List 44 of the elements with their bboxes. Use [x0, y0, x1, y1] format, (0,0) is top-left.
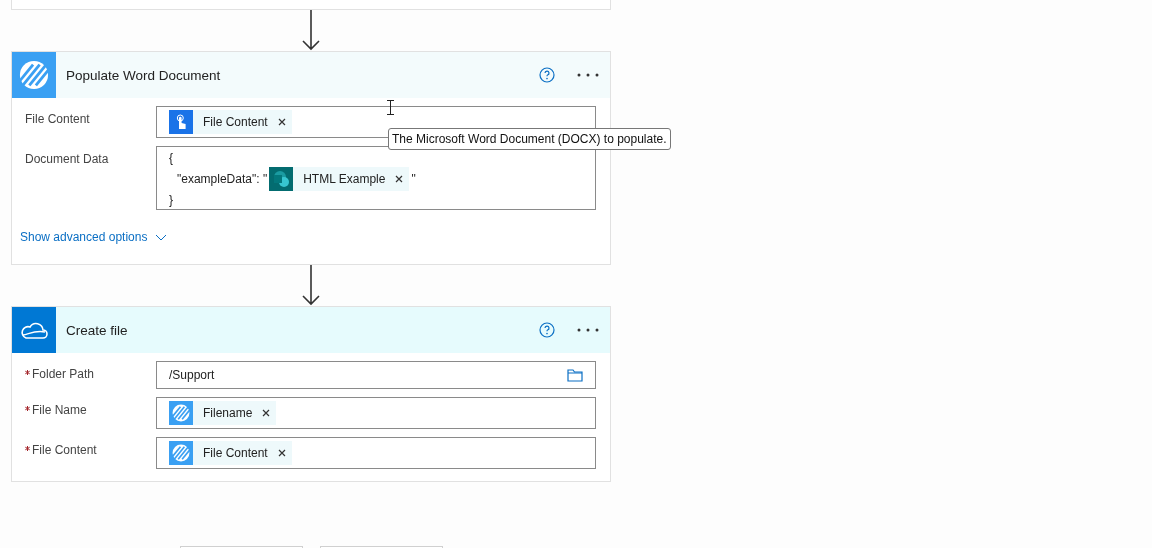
text-cursor-icon: [387, 100, 394, 115]
token-field[interactable]: Filename: [156, 397, 596, 429]
field-label: File Content: [25, 111, 90, 126]
card-header[interactable]: Create file: [12, 307, 610, 353]
field-value: /Support: [169, 368, 215, 382]
help-icon[interactable]: [539, 322, 555, 338]
token-label: File Content: [203, 446, 268, 460]
json-text: "exampleData": ": [177, 172, 268, 186]
card-title: Populate Word Document: [66, 67, 222, 83]
tooltip: The Microsoft Word Document (DOCX) to populate.: [388, 128, 671, 150]
token-chip[interactable]: File Content: [169, 110, 292, 134]
close-icon[interactable]: [395, 175, 404, 183]
token-chip[interactable]: Filename: [169, 401, 277, 425]
down-arrow: [301, 10, 321, 51]
field-label: Document Data: [25, 151, 109, 166]
token-label: File Content: [203, 115, 268, 129]
token-label: HTML Example: [303, 172, 386, 186]
field-label: File Name: [32, 402, 87, 417]
json-text: {: [169, 151, 174, 165]
more-icon[interactable]: [577, 328, 599, 332]
close-icon[interactable]: [277, 449, 286, 457]
token-label: Filename: [203, 406, 253, 420]
token-chip[interactable]: File Content: [169, 441, 292, 465]
field-label: File Content: [32, 442, 97, 457]
card-title: Create file: [66, 322, 129, 338]
more-icon[interactable]: [577, 73, 599, 77]
json-text: }: [169, 193, 174, 207]
field-label: Folder Path: [32, 366, 95, 381]
token-field[interactable]: File Content: [156, 437, 596, 469]
close-icon[interactable]: [262, 409, 271, 417]
json-text: ": [411, 172, 416, 186]
token-chip[interactable]: HTML Example: [269, 167, 410, 191]
chevron-down-icon: [155, 233, 168, 241]
stripes-icon: [19, 60, 49, 90]
folder-icon[interactable]: [567, 368, 583, 382]
down-arrow: [301, 265, 321, 306]
input-field[interactable]: /Support: [156, 361, 596, 389]
close-icon[interactable]: [277, 118, 286, 126]
card-header[interactable]: Populate Word Document: [12, 52, 610, 98]
sharepoint-icon: [269, 167, 294, 191]
hand-icon: [169, 110, 193, 134]
cloud-icon: [20, 320, 48, 340]
advanced-options-link[interactable]: Show advanced options: [20, 230, 168, 244]
help-icon[interactable]: [539, 67, 555, 83]
